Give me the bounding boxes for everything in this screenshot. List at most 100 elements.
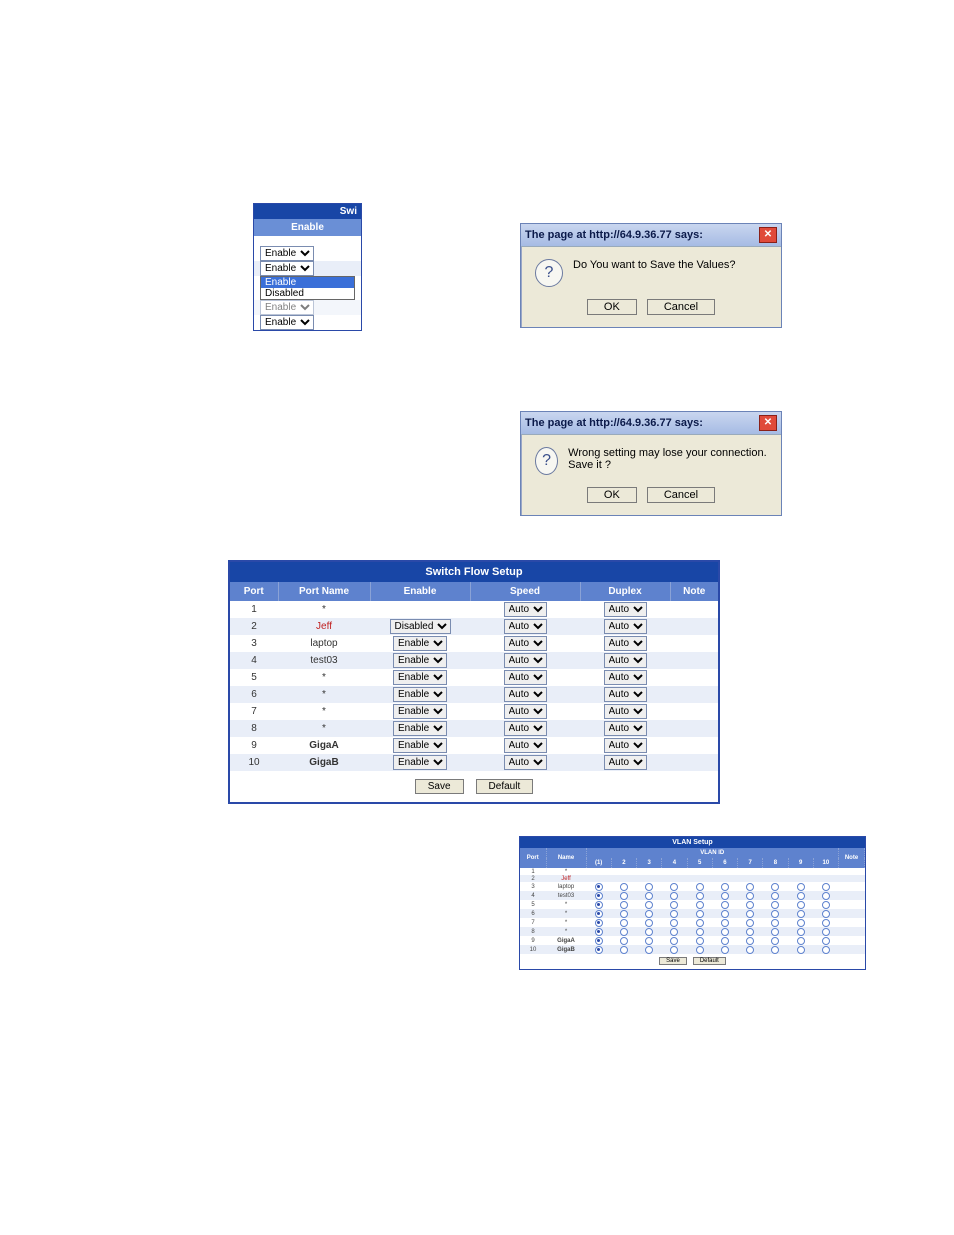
vlan-radio[interactable]: [645, 883, 653, 891]
vlan-radio[interactable]: [696, 946, 704, 954]
vlan-radio[interactable]: [645, 892, 653, 900]
vlan-radio[interactable]: [822, 937, 830, 945]
vlan-radio[interactable]: [797, 919, 805, 927]
vlan-radio[interactable]: [595, 883, 603, 891]
vlan-radio[interactable]: [595, 919, 603, 927]
speed-select[interactable]: Auto: [504, 670, 547, 685]
vlan-radio[interactable]: [696, 883, 704, 891]
vlan-radio[interactable]: [746, 883, 754, 891]
enable-select[interactable]: Enable: [393, 721, 447, 736]
cancel-button[interactable]: Cancel: [647, 487, 715, 503]
vlan-radio[interactable]: [620, 946, 628, 954]
vlan-radio[interactable]: [696, 892, 704, 900]
vlan-radio[interactable]: [721, 919, 729, 927]
vlan-radio[interactable]: [771, 910, 779, 918]
enable-select[interactable]: Enable: [260, 315, 314, 330]
vlan-radio[interactable]: [696, 901, 704, 909]
duplex-select[interactable]: Auto: [604, 636, 647, 651]
speed-select[interactable]: Auto: [504, 619, 547, 634]
vlan-radio[interactable]: [595, 937, 603, 945]
vlan-radio[interactable]: [645, 928, 653, 936]
save-button[interactable]: Save: [415, 779, 464, 794]
vlan-radio[interactable]: [645, 901, 653, 909]
vlan-radio[interactable]: [797, 928, 805, 936]
default-button[interactable]: Default: [476, 779, 534, 794]
vlan-radio[interactable]: [746, 910, 754, 918]
vlan-radio[interactable]: [771, 937, 779, 945]
vlan-radio[interactable]: [595, 901, 603, 909]
vlan-radio[interactable]: [822, 901, 830, 909]
vlan-radio[interactable]: [645, 946, 653, 954]
ok-button[interactable]: OK: [587, 299, 637, 315]
vlan-radio[interactable]: [822, 919, 830, 927]
enable-select[interactable]: Enable: [393, 755, 447, 770]
speed-select[interactable]: Auto: [504, 721, 547, 736]
vlan-radio[interactable]: [620, 928, 628, 936]
close-icon[interactable]: ✕: [759, 415, 777, 431]
speed-select[interactable]: Auto: [504, 755, 547, 770]
duplex-select[interactable]: Auto: [604, 653, 647, 668]
vlan-radio[interactable]: [721, 892, 729, 900]
vlan-radio[interactable]: [670, 937, 678, 945]
option-enable[interactable]: Enable: [261, 277, 354, 288]
enable-select[interactable]: Enable: [393, 687, 447, 702]
enable-select-open[interactable]: Enable Disabled: [260, 276, 355, 300]
vlan-radio[interactable]: [721, 928, 729, 936]
enable-select[interactable]: Disabled: [390, 619, 451, 634]
vlan-radio[interactable]: [771, 946, 779, 954]
duplex-select[interactable]: Auto: [604, 670, 647, 685]
speed-select[interactable]: Auto: [504, 738, 547, 753]
vlan-radio[interactable]: [746, 901, 754, 909]
vlan-radio[interactable]: [771, 901, 779, 909]
duplex-select[interactable]: Auto: [604, 721, 647, 736]
vlan-radio[interactable]: [746, 928, 754, 936]
vlan-radio[interactable]: [771, 892, 779, 900]
vlan-radio[interactable]: [670, 892, 678, 900]
vlan-radio[interactable]: [771, 883, 779, 891]
vlan-radio[interactable]: [721, 937, 729, 945]
vlan-radio[interactable]: [620, 919, 628, 927]
vlan-radio[interactable]: [721, 946, 729, 954]
vlan-radio[interactable]: [721, 901, 729, 909]
vlan-radio[interactable]: [670, 883, 678, 891]
vlan-radio[interactable]: [696, 937, 704, 945]
vlan-radio[interactable]: [645, 919, 653, 927]
enable-select[interactable]: Enable: [393, 670, 447, 685]
vlan-radio[interactable]: [797, 937, 805, 945]
vlan-radio[interactable]: [771, 928, 779, 936]
duplex-select[interactable]: Auto: [604, 687, 647, 702]
vlan-radio[interactable]: [670, 910, 678, 918]
speed-select[interactable]: Auto: [504, 636, 547, 651]
enable-select[interactable]: Enable: [260, 246, 314, 261]
vlan-radio[interactable]: [620, 901, 628, 909]
close-icon[interactable]: ✕: [759, 227, 777, 243]
vlan-radio[interactable]: [670, 919, 678, 927]
speed-select[interactable]: Auto: [504, 602, 547, 617]
vlan-radio[interactable]: [620, 883, 628, 891]
vlan-radio[interactable]: [645, 937, 653, 945]
vlan-radio[interactable]: [670, 901, 678, 909]
vlan-radio[interactable]: [595, 928, 603, 936]
speed-select[interactable]: Auto: [504, 687, 547, 702]
enable-select[interactable]: Enable: [393, 653, 447, 668]
vlan-radio[interactable]: [721, 883, 729, 891]
vlan-radio[interactable]: [746, 937, 754, 945]
vlan-radio[interactable]: [721, 910, 729, 918]
vlan-radio[interactable]: [696, 919, 704, 927]
ok-button[interactable]: OK: [587, 487, 637, 503]
vlan-radio[interactable]: [746, 919, 754, 927]
enable-select[interactable]: Enable: [260, 261, 314, 276]
default-button[interactable]: Default: [693, 957, 726, 965]
vlan-radio[interactable]: [822, 928, 830, 936]
vlan-radio[interactable]: [797, 883, 805, 891]
enable-select[interactable]: Enable: [393, 738, 447, 753]
vlan-radio[interactable]: [822, 946, 830, 954]
vlan-radio[interactable]: [696, 910, 704, 918]
vlan-radio[interactable]: [620, 892, 628, 900]
vlan-radio[interactable]: [645, 910, 653, 918]
duplex-select[interactable]: Auto: [604, 755, 647, 770]
vlan-radio[interactable]: [620, 910, 628, 918]
vlan-radio[interactable]: [822, 883, 830, 891]
duplex-select[interactable]: Auto: [604, 738, 647, 753]
vlan-radio[interactable]: [670, 928, 678, 936]
